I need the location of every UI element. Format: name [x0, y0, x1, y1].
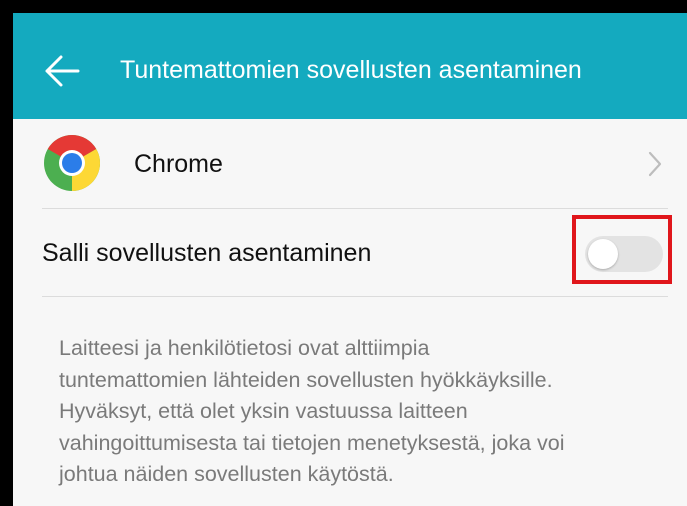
app-name: Chrome [134, 150, 223, 178]
allow-install-label: Salli sovellusten asentaminen [42, 239, 372, 267]
highlight-box [572, 215, 672, 284]
description-line: Laitteesi ja henkilötietosi ovat alttiim… [59, 336, 430, 360]
page-title: Tuntemattomien sovellusten asentaminen [120, 56, 582, 84]
warning-description: Laitteesi ja henkilötietosi ovat alttiim… [59, 333, 679, 491]
settings-screen: Tuntemattomien sovellusten asentaminen C… [13, 13, 687, 506]
chevron-right-icon [648, 151, 662, 177]
description-line: vahingoittumisesta tai tietojen menetyks… [59, 430, 565, 455]
description-line: tuntemattomien lähteiden sovellusten hyö… [59, 367, 553, 392]
description-line: johtua näiden sovellusten käytöstä. [59, 462, 394, 487]
arrow-left-icon[interactable] [42, 51, 82, 91]
app-bar: Tuntemattomien sovellusten asentaminen [13, 13, 687, 119]
chrome-logo-icon [44, 134, 101, 191]
divider [42, 296, 668, 297]
description-line: Hyväksyt, että olet yksin vastuussa lait… [59, 399, 468, 424]
app-row-chrome[interactable]: Chrome [13, 119, 687, 208]
